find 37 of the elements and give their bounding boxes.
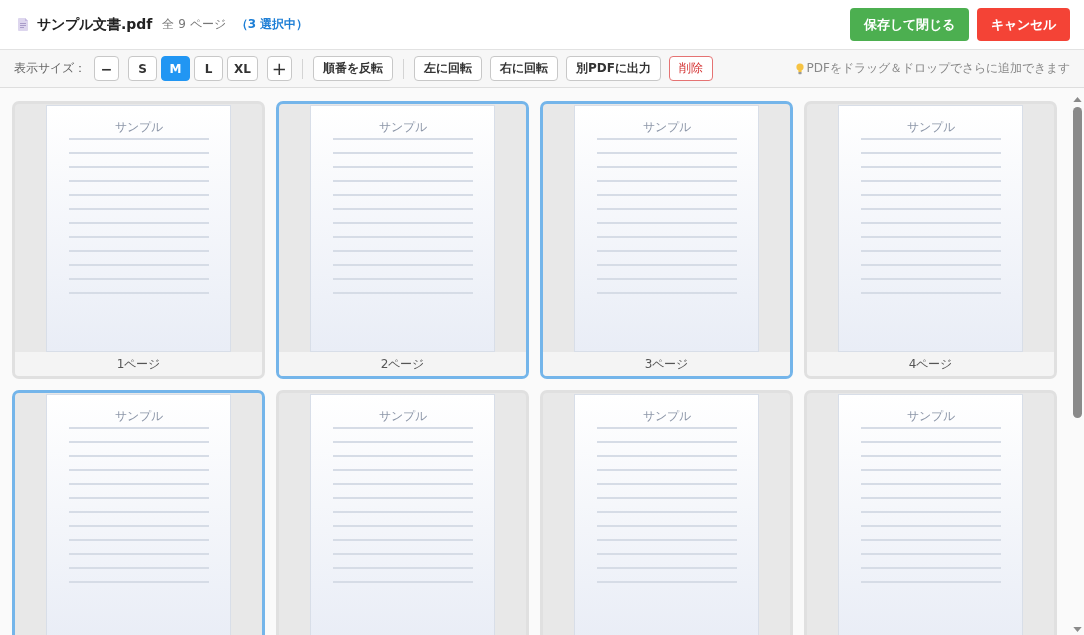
page-title-text: サンプル xyxy=(378,120,427,135)
page-number-label: 3ページ xyxy=(543,352,790,376)
size-option-button[interactable]: L xyxy=(194,56,223,81)
page-thumbnail[interactable]: サンプル 4ページ xyxy=(804,101,1057,379)
size-label: 表示サイズ： xyxy=(14,60,86,77)
page-title-text: サンプル xyxy=(114,409,163,424)
selection-count: （3 選択中） xyxy=(235,16,309,33)
page-count: 全 9 ページ xyxy=(162,16,226,33)
page-title-text: サンプル xyxy=(378,409,427,424)
cancel-button[interactable]: キャンセル xyxy=(977,8,1070,41)
page-title-text: サンプル xyxy=(906,120,955,135)
page-number-label: 2ページ xyxy=(279,352,526,376)
page-title-text: サンプル xyxy=(114,120,163,135)
page-number-label: 1ページ xyxy=(15,352,262,376)
page-title-text: サンプル xyxy=(642,409,691,424)
lightbulb-icon xyxy=(795,62,804,75)
scrollbar-thumb[interactable] xyxy=(1072,107,1082,418)
size-option-button[interactable]: S xyxy=(128,56,157,81)
page-thumbnail[interactable]: サンプル 1ページ xyxy=(12,101,265,379)
page-thumbnail[interactable]: サンプル 3ページ xyxy=(540,101,793,379)
action-button[interactable]: 順番を反転 xyxy=(312,56,393,81)
scroll-down-arrow-icon[interactable] xyxy=(1072,627,1082,632)
delete-button[interactable]: 削除 xyxy=(668,56,713,81)
size-decrease-button[interactable]: − xyxy=(94,56,119,81)
document-icon xyxy=(18,18,28,31)
size-increase-button[interactable]: + xyxy=(266,56,292,81)
page-title-text: サンプル xyxy=(642,120,691,135)
file-name: サンプル文書.pdf xyxy=(37,15,153,34)
page-title-text: サンプル xyxy=(906,409,955,424)
action-button[interactable]: 右に回転 xyxy=(489,56,558,81)
action-button[interactable]: 別PDFに出力 xyxy=(565,56,661,81)
scroll-up-arrow-icon[interactable] xyxy=(1072,97,1082,102)
size-option-button[interactable]: XL xyxy=(227,56,258,81)
page-number-label: 4ページ xyxy=(807,352,1054,376)
page-thumbnail[interactable]: サンプル 2ページ xyxy=(276,101,529,379)
action-button[interactable]: 左に回転 xyxy=(413,56,482,81)
drag-drop-hint: PDFをドラッグ＆ドロップでさらに追加できます xyxy=(806,60,1070,77)
